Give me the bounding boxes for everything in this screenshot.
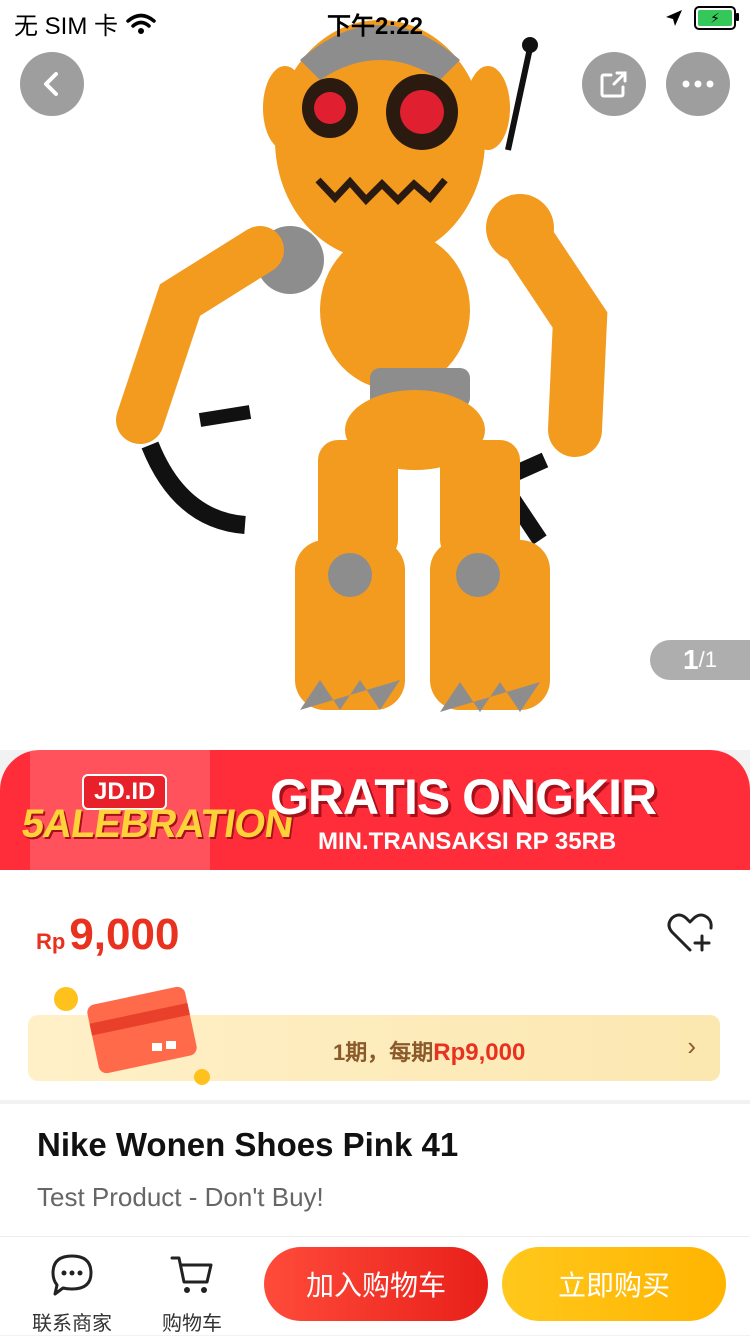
pager-current: 1	[683, 644, 699, 675]
installment-text: 1期，每期Rp9,000	[333, 1035, 525, 1067]
contact-seller-button[interactable]: 联系商家	[22, 1253, 122, 1336]
installment-amount: Rp9,000	[433, 1039, 526, 1066]
add-to-cart-button[interactable]: 加入购物车	[264, 1247, 488, 1321]
promo-subtitle: MIN.TRANSAKSI RP 35RB	[318, 828, 617, 855]
product-image-area[interactable]: 1 /1	[0, 0, 750, 750]
installment-bar[interactable]: 1期，每期Rp9,000 ›	[28, 986, 720, 1085]
promo-title: GRATIS ONGKIR	[270, 769, 657, 825]
cart-label: 购物车	[162, 1313, 222, 1335]
product-info: Nike Wonen Shoes Pink 41 Test Product - …	[0, 1104, 750, 1244]
buy-now-button[interactable]: 立即购买	[502, 1247, 726, 1321]
clock: 下午2:22	[326, 13, 424, 40]
price-currency: Rp	[36, 929, 66, 954]
chevron-left-icon	[44, 72, 58, 96]
favorite-button[interactable]	[664, 910, 716, 956]
heart-plus-icon	[667, 913, 713, 952]
pager-total: /1	[698, 647, 717, 672]
share-button[interactable]	[582, 52, 646, 116]
chevron-right-icon: ›	[687, 1031, 696, 1061]
installment-prefix: 1期，每期	[333, 1040, 434, 1065]
cart-button[interactable]: 购物车	[142, 1253, 242, 1336]
product-subtitle: Test Product - Don't Buy!	[37, 1182, 324, 1212]
product-image	[116, 20, 608, 712]
product-name: Nike Wonen Shoes Pink 41	[37, 1126, 459, 1163]
credit-card-icon	[54, 986, 210, 1085]
cart-icon	[170, 1256, 213, 1293]
contact-seller-label: 联系商家	[32, 1313, 112, 1335]
more-button[interactable]	[666, 52, 730, 116]
back-button[interactable]	[20, 52, 84, 116]
promo-brand-text: 5ALEBRATION	[18, 802, 296, 846]
share-icon	[600, 71, 627, 98]
chat-icon	[51, 1254, 93, 1296]
image-pager: 1 /1	[650, 640, 750, 680]
status-bar: 无 SIM 卡 下午2:22 ⚡	[0, 0, 750, 40]
price-value: 9,000	[69, 910, 180, 959]
product-price: Rp9,000	[36, 910, 179, 960]
price-section: Rp9,000 1期，每期Rp9,000 ›	[0, 870, 750, 1100]
more-dots-icon	[682, 80, 714, 88]
battery-icon: ⚡	[694, 6, 739, 30]
location-arrow-icon	[666, 10, 682, 26]
bottom-action-bar: 联系商家 购物车 加入购物车 立即购买	[0, 1236, 750, 1335]
promo-banner[interactable]: JD.ID 5ALEBRATION GRATIS ONGKIR MIN.TRAN…	[0, 750, 750, 870]
